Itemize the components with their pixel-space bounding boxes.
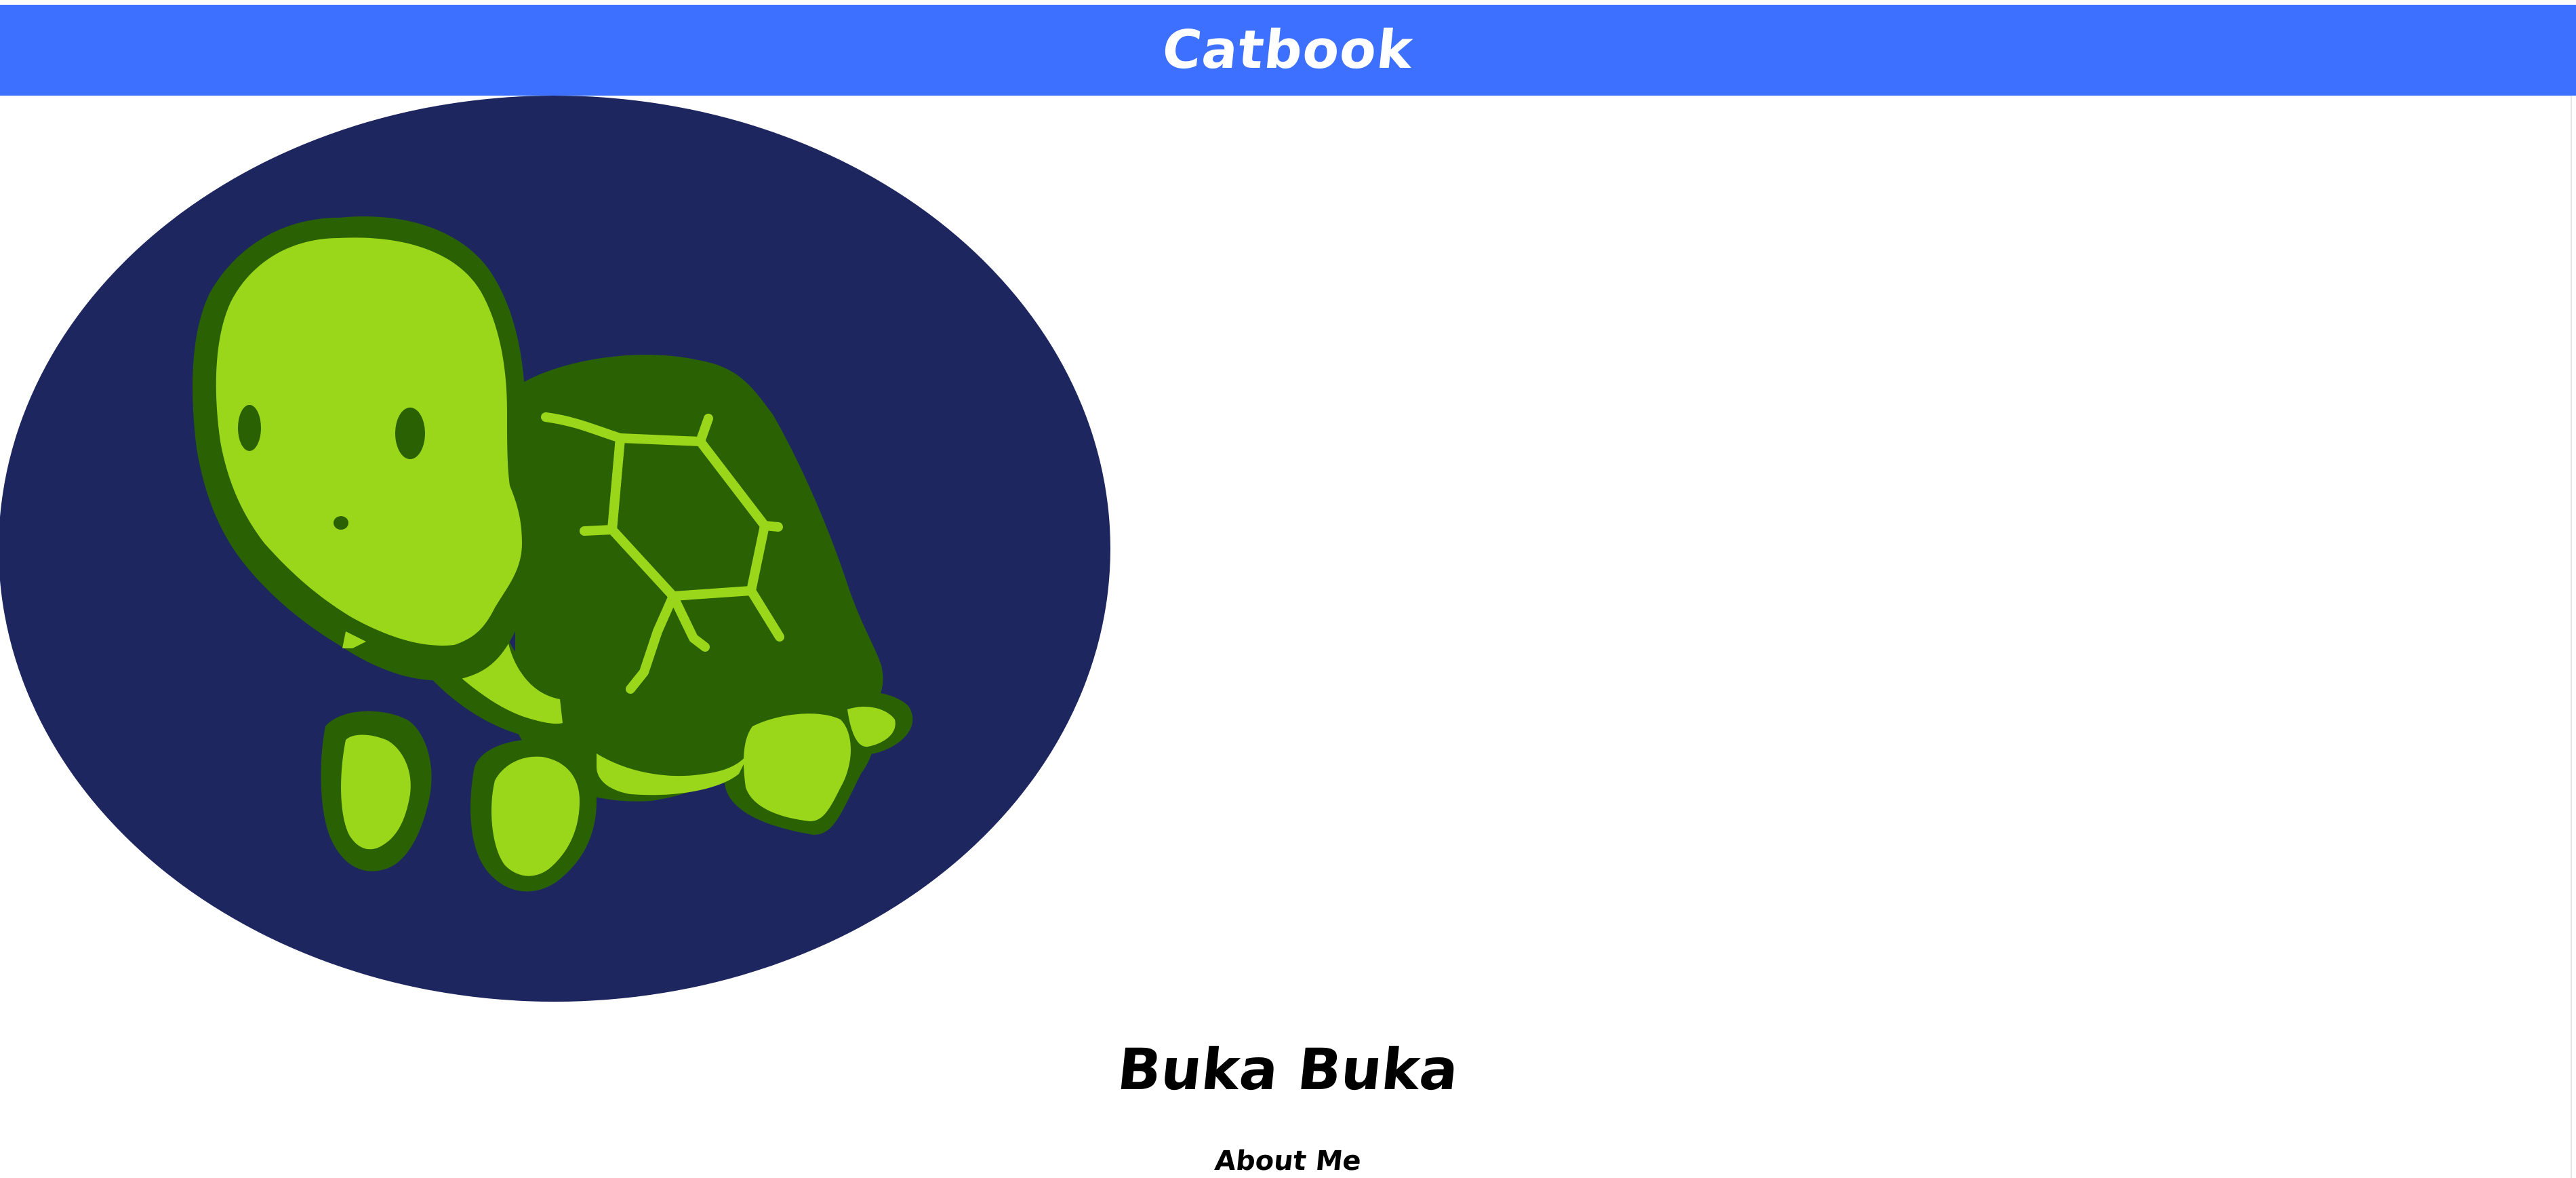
page: Catbook Buka Buka About Me <box>0 0 2576 1178</box>
turtle-left-eye <box>238 405 261 451</box>
about-me-heading: About Me <box>1213 1145 1363 1177</box>
page-divider <box>2571 96 2572 1178</box>
header-bar: Catbook <box>0 5 2576 96</box>
profile-avatar <box>0 96 1112 1002</box>
top-strip <box>0 0 2576 5</box>
turtle-right-eye <box>395 408 425 459</box>
turtle-icon <box>0 96 1110 1002</box>
profile-name: Buka Buka <box>1114 1036 1462 1103</box>
site-title[interactable]: Catbook <box>1160 20 1417 81</box>
